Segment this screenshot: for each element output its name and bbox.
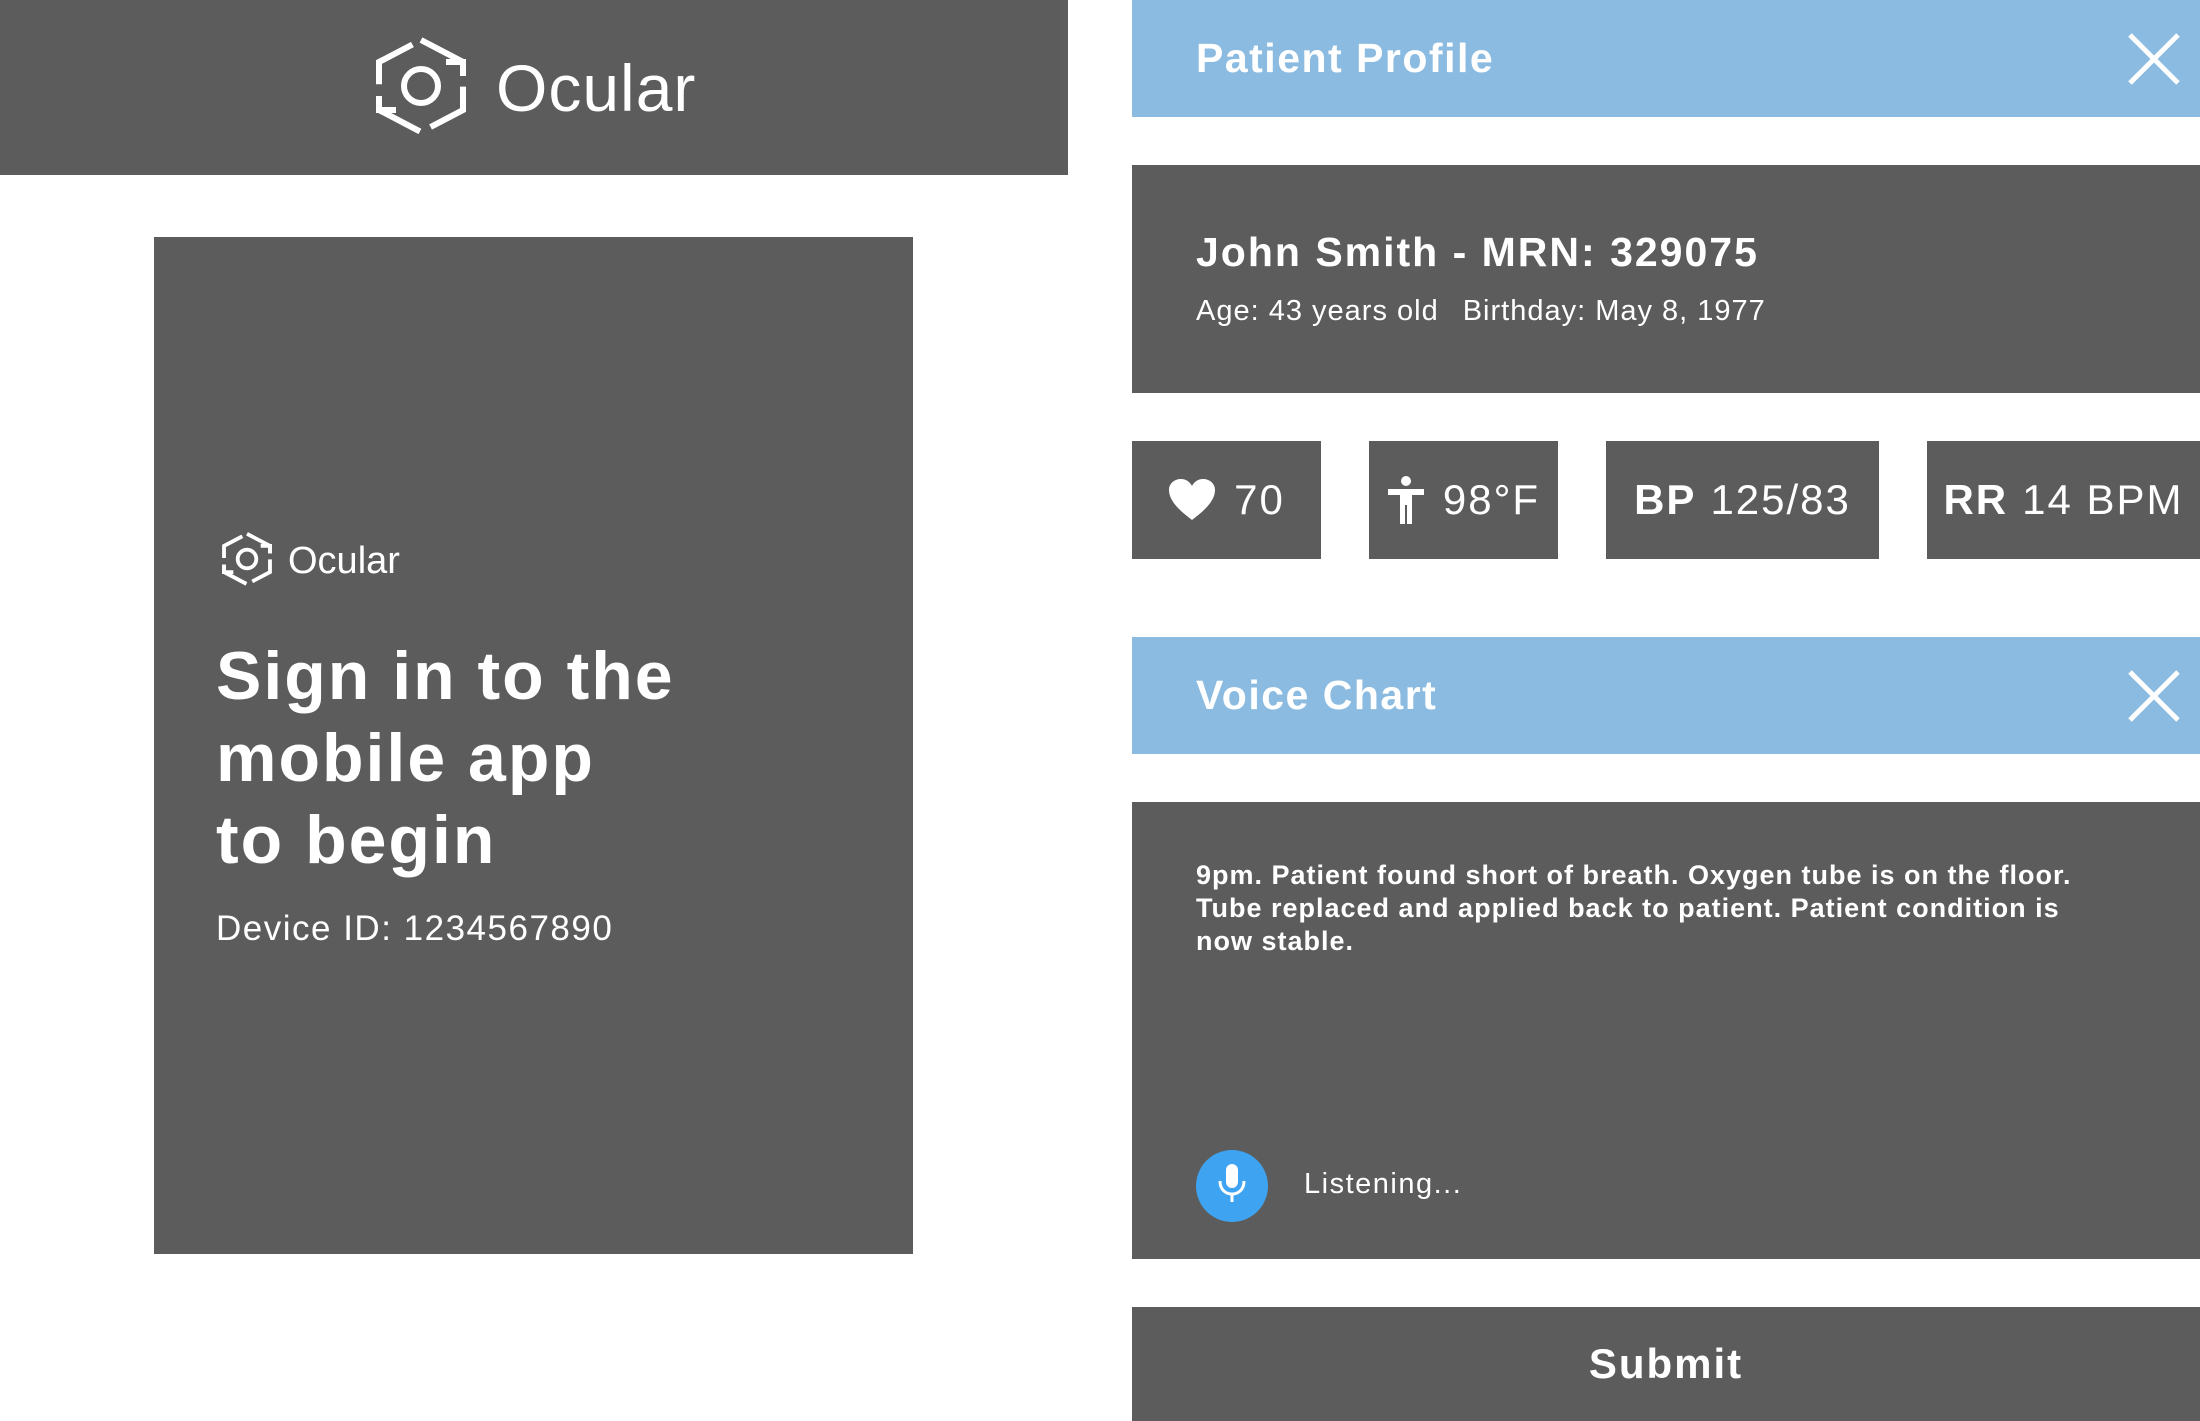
logo-text: Ocular <box>496 51 697 125</box>
vital-respiratory-rate: RR 14 BPM <box>1927 441 2200 559</box>
voice-transcript: 9pm. Patient found short of breath. Oxyg… <box>1196 860 2072 956</box>
close-icon[interactable] <box>2126 31 2182 87</box>
top-logo-bar: Ocular <box>0 0 1068 175</box>
vital-heart-rate: 70 <box>1132 441 1321 559</box>
listening-status: Listening... <box>1304 1168 1463 1200</box>
bp-label: BP <box>1634 476 1697 523</box>
patient-profile-header: Patient Profile <box>1132 0 2200 117</box>
logo-text: Ocular <box>288 539 400 582</box>
voice-chart-header: Voice Chart <box>1132 637 2200 754</box>
ocular-logo-icon <box>218 530 276 593</box>
headline-line: mobile app <box>216 720 595 796</box>
device-id: Device ID: 1234567890 <box>216 909 614 948</box>
signin-headline: Sign in to the mobile app to begin <box>216 635 856 881</box>
heart-icon <box>1168 478 1216 522</box>
ocular-logo: Ocular <box>218 531 400 591</box>
rr-label: RR <box>1943 476 2009 523</box>
close-icon[interactable] <box>2126 668 2182 724</box>
patient-info-card: John Smith - MRN: 329075 Age: 43 years o… <box>1132 165 2200 393</box>
patient-age: Age: 43 years old <box>1196 295 1439 327</box>
patient-details: Age: 43 years old Birthday: May 8, 1977 <box>1196 295 1766 328</box>
temperature-value: 98°F <box>1442 476 1541 523</box>
rr-value: 14 BPM <box>2022 476 2184 523</box>
microphone-button[interactable] <box>1196 1150 1268 1222</box>
patient-birthday: Birthday: May 8, 1977 <box>1462 295 1766 327</box>
patient-profile-title: Patient Profile <box>1196 35 1495 81</box>
ocular-logo-icon <box>368 34 474 143</box>
voice-chart-title: Voice Chart <box>1196 672 1438 718</box>
patient-name-mrn: John Smith - MRN: 329075 <box>1196 229 1759 275</box>
bp-value: 125/83 <box>1710 476 1851 523</box>
headline-line: Sign in to the <box>216 638 675 714</box>
vital-temperature: 98°F <box>1369 441 1558 559</box>
microphone-icon <box>1217 1163 1247 1210</box>
headline-line: to begin <box>216 802 497 878</box>
person-icon <box>1387 476 1425 524</box>
voice-chart-card: 9pm. Patient found short of breath. Oxyg… <box>1132 802 2200 1259</box>
signin-card: Ocular Sign in to the mobile app to begi… <box>154 237 913 1254</box>
ocular-logo: Ocular <box>368 36 696 140</box>
vital-blood-pressure: BP 125/83 <box>1606 441 1879 559</box>
submit-button[interactable]: Submit <box>1132 1307 2200 1421</box>
heart-rate-value: 70 <box>1234 476 1285 523</box>
